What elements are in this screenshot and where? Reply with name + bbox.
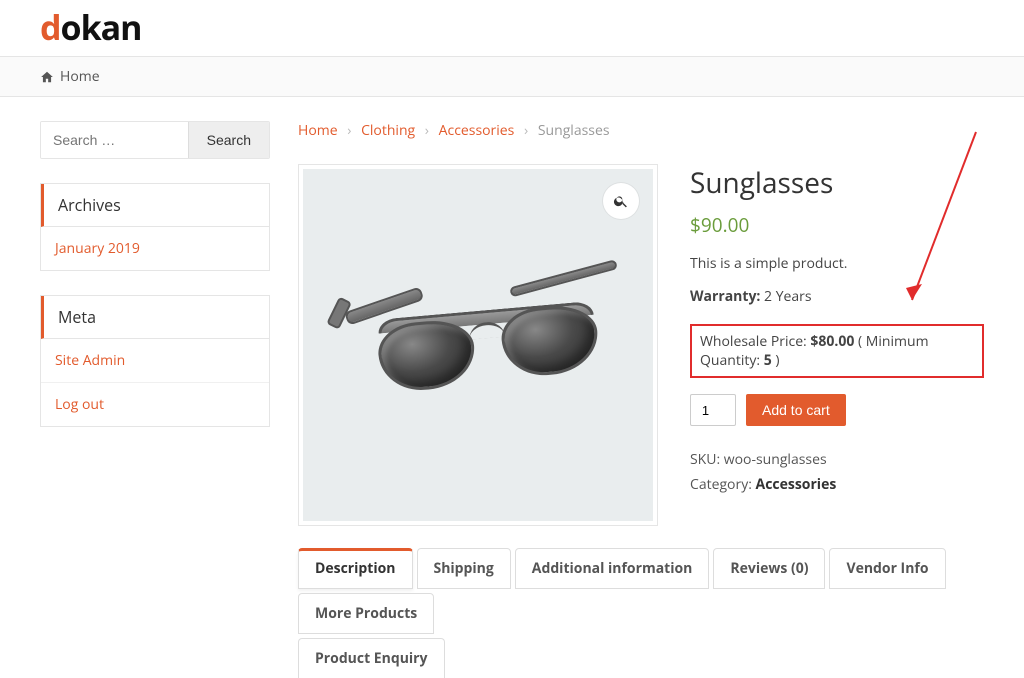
product-gallery: [298, 164, 658, 526]
nav-home-link[interactable]: Home: [60, 67, 100, 86]
widget-archives: Archives January 2019: [40, 183, 270, 271]
product-warranty: Warranty: 2 Years: [690, 287, 984, 306]
product-image[interactable]: [303, 169, 653, 521]
breadcrumb-clothing[interactable]: Clothing: [361, 121, 415, 140]
meta-link-logout[interactable]: Log out: [55, 395, 104, 414]
search-form: Search: [40, 121, 270, 159]
meta-link-site-admin[interactable]: Site Admin: [55, 351, 125, 370]
search-button[interactable]: Search: [188, 122, 269, 158]
product-title: Sunglasses: [690, 164, 984, 202]
site-logo: dokan: [40, 4, 984, 50]
tab-reviews[interactable]: Reviews (0): [713, 548, 825, 589]
tab-more-products[interactable]: More Products: [298, 593, 434, 634]
widget-title: Archives: [41, 184, 269, 227]
list-item: January 2019: [41, 227, 269, 270]
tab-shipping[interactable]: Shipping: [417, 548, 511, 589]
tab-description[interactable]: Description: [298, 548, 413, 589]
breadcrumb: Home › Clothing › Accessories › Sunglass…: [298, 121, 984, 140]
product-price: $90.00: [690, 212, 984, 238]
add-to-cart-button[interactable]: Add to cart: [746, 394, 846, 426]
wholesale-price-box: Wholesale Price: $80.00 ( Minimum Quanti…: [690, 324, 984, 378]
list-item: Site Admin: [41, 339, 269, 383]
widget-meta: Meta Site Admin Log out: [40, 295, 270, 427]
product-tabs: Description Shipping Additional informat…: [298, 548, 984, 634]
product-description: This is a simple product.: [690, 254, 984, 273]
magnify-icon: [613, 193, 629, 209]
sunglasses-illustration: [333, 273, 622, 417]
primary-nav: Home: [0, 56, 1024, 97]
search-input[interactable]: [41, 122, 188, 158]
product-category: Category: Accessories: [690, 475, 984, 494]
widget-title: Meta: [41, 296, 269, 339]
home-icon: [40, 70, 54, 84]
tab-product-enquiry[interactable]: Product Enquiry: [298, 638, 445, 678]
zoom-button[interactable]: [603, 183, 639, 219]
tab-additional-information[interactable]: Additional information: [515, 548, 710, 589]
product-main: Sunglasses $90.00 This is a simple produ…: [298, 164, 984, 526]
product-sku: SKU: woo-sunglasses: [690, 450, 984, 469]
quantity-stepper[interactable]: [690, 394, 736, 426]
product-tabs-row2: Product Enquiry: [298, 638, 984, 678]
sidebar: Search Archives January 2019 Meta Site A…: [40, 121, 270, 678]
breadcrumb-current: Sunglasses: [538, 121, 610, 140]
list-item: Log out: [41, 383, 269, 426]
breadcrumb-home[interactable]: Home: [298, 121, 338, 140]
tab-vendor-info[interactable]: Vendor Info: [829, 548, 945, 589]
archive-link[interactable]: January 2019: [55, 239, 140, 258]
product-details: Sunglasses $90.00 This is a simple produ…: [690, 164, 984, 500]
breadcrumb-accessories[interactable]: Accessories: [439, 121, 515, 140]
